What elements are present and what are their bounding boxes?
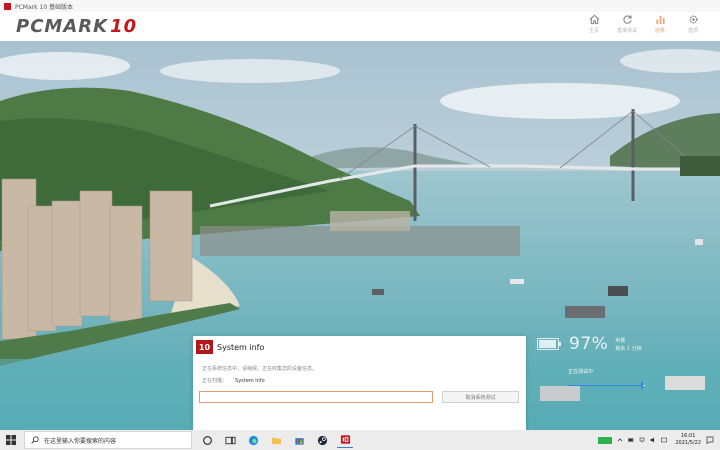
nav-home[interactable]: 主页 xyxy=(583,14,605,34)
cancel-test-button[interactable]: 取消系统测试 xyxy=(442,391,519,403)
nav-benchmarks-label: 基准测试 xyxy=(616,28,637,34)
pcmark-taskbar-button[interactable] xyxy=(337,432,353,448)
tray-app-icon[interactable] xyxy=(598,436,613,444)
battery-tray-icon[interactable] xyxy=(628,437,634,443)
search-placeholder: 在这里输入你要搜索的内容 xyxy=(44,437,117,445)
pcmark-icon xyxy=(340,435,350,444)
nav-results[interactable]: 结果 xyxy=(649,14,671,34)
bar-chart-icon xyxy=(655,15,665,25)
task-view-icon xyxy=(224,436,236,444)
battery-stats: 97% 电量 剩余 1 分钟 xyxy=(537,334,642,354)
task-switcher-button[interactable] xyxy=(222,432,238,448)
windows-icon xyxy=(6,435,16,445)
store-icon xyxy=(294,437,304,445)
dialog-progress-field xyxy=(199,391,433,403)
steam-button[interactable] xyxy=(314,432,330,448)
nav-home-label: 主页 xyxy=(588,28,599,34)
folder-icon xyxy=(271,437,281,444)
battery-line-1: 电量 xyxy=(615,337,626,344)
nav-results-label: 结果 xyxy=(654,28,665,34)
nav-options-label: 选项 xyxy=(687,28,698,34)
battery-fill xyxy=(539,340,557,348)
gear-icon xyxy=(688,15,698,24)
logo-number: 10 xyxy=(110,16,138,37)
main-nav: 主页 基准测试 结果 选项 xyxy=(583,14,704,34)
test-progress-fill xyxy=(568,385,643,386)
notification-icon[interactable] xyxy=(706,436,714,444)
pcmark-logo: PCMARK 10 xyxy=(16,16,137,37)
dialog-title: System info xyxy=(217,342,265,352)
title-bar: PCMark 10 基础版本 xyxy=(0,0,720,12)
window-title: PCMark 10 基础版本 xyxy=(15,3,74,11)
testing-status: 正在测试中 xyxy=(568,369,594,375)
volume-icon[interactable] xyxy=(650,437,656,443)
search-icon xyxy=(31,436,39,444)
battery-line-2: 剩余 1 分钟 xyxy=(615,345,642,352)
taskbar-search[interactable]: 在这里输入你要搜索的内容 xyxy=(24,431,192,449)
file-explorer-button[interactable] xyxy=(268,432,284,448)
dialog-current-step: 正在扫描： System info xyxy=(202,377,265,384)
battery-details: 电量 剩余 1 分钟 xyxy=(615,337,641,352)
store-button[interactable] xyxy=(291,432,307,448)
dialog-header: 10 System info xyxy=(193,336,526,358)
system-info-dialog: 10 System info 正在系统信息中，请稍候。正在收集您的设备信息。 正… xyxy=(193,336,526,430)
app-icon xyxy=(4,2,11,10)
battery-icon xyxy=(537,338,561,350)
pcmark-10-icon: 10 xyxy=(196,340,213,354)
current-step-value: System info xyxy=(235,378,265,384)
nav-benchmarks[interactable]: 基准测试 xyxy=(616,14,638,34)
refresh-icon xyxy=(622,15,632,24)
cortana-icon xyxy=(202,435,212,445)
clock-time: 16:01 xyxy=(680,433,696,439)
logo-text: PCMARK xyxy=(16,16,109,37)
steam-icon xyxy=(317,435,327,445)
network-icon[interactable] xyxy=(639,437,645,443)
test-progress xyxy=(568,382,646,389)
windows-taskbar: 在这里输入你要搜索的内容 16:01 2021/5/22 xyxy=(0,430,720,450)
nav-options[interactable]: 选项 xyxy=(682,14,704,34)
current-step-label: 正在扫描： xyxy=(202,378,228,384)
input-method-icon[interactable] xyxy=(661,437,668,443)
start-button[interactable] xyxy=(0,430,22,450)
taskbar-clock[interactable]: 16:01 2021/5/22 xyxy=(675,433,701,447)
chevron-up-icon[interactable] xyxy=(617,437,623,443)
test-progress-marker xyxy=(641,382,644,389)
home-icon xyxy=(589,14,599,25)
edge-icon xyxy=(248,435,258,445)
system-tray: 16:01 2021/5/22 xyxy=(598,430,714,450)
clock-date: 2021/5/22 xyxy=(675,440,701,446)
task-view-button[interactable] xyxy=(199,432,215,448)
taskbar-apps xyxy=(199,432,353,448)
dialog-message: 正在系统信息中，请稍候。正在收集您的设备信息。 xyxy=(202,366,318,372)
edge-button[interactable] xyxy=(245,432,261,448)
battery-percent: 97% xyxy=(569,334,609,354)
app-header: PCMARK 10 主页 基准测试 结果 选项 xyxy=(0,12,720,41)
